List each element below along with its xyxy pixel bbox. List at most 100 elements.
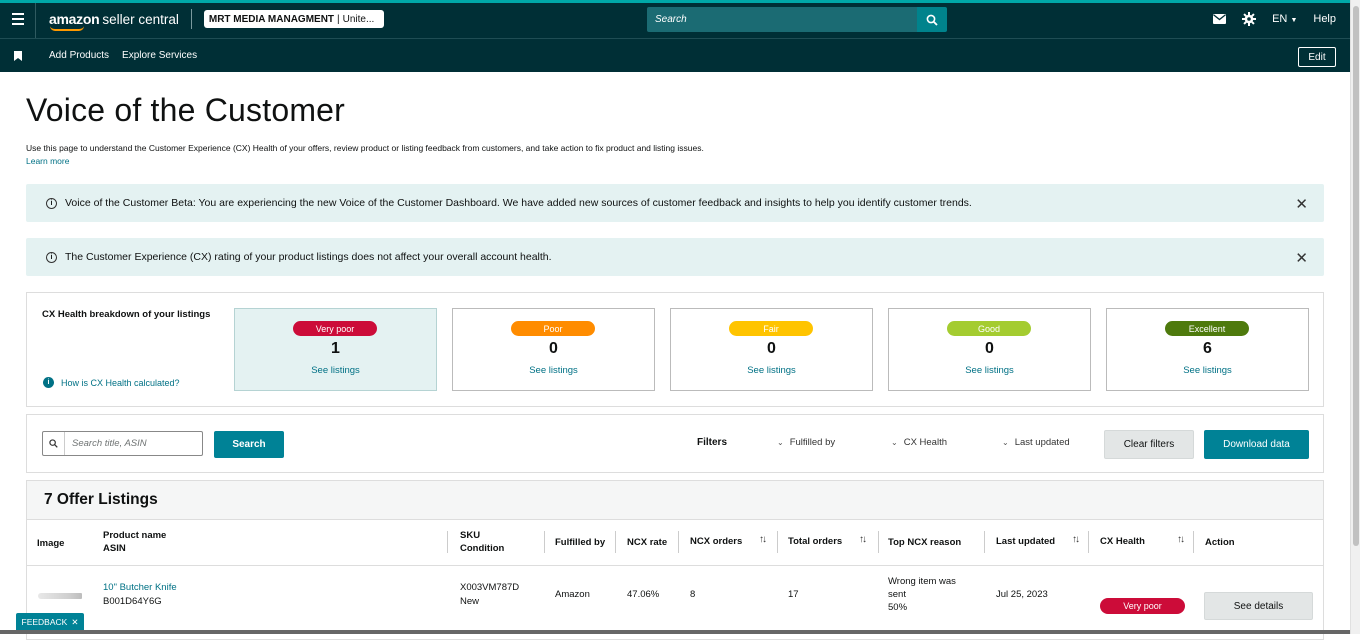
cx-count: 1 (331, 340, 340, 357)
page-scrollbar[interactable] (1350, 0, 1360, 634)
help-link[interactable]: Help (1313, 13, 1336, 25)
listing-search-button[interactable]: Search (214, 431, 284, 458)
see-listings-link[interactable]: See listings (1107, 365, 1308, 376)
col-sku[interactable]: SKU Condition (460, 529, 504, 555)
col-ncx-orders[interactable]: NCX orders (690, 535, 742, 548)
column-divider (678, 531, 679, 553)
filter-last-updated-label: Last updated (1014, 437, 1070, 448)
fulfilled-by-value: Amazon (555, 589, 590, 600)
search-button[interactable] (917, 7, 947, 32)
language-label: EN (1272, 13, 1288, 25)
learn-more-link[interactable]: Learn more (26, 156, 69, 166)
account-separator: | (337, 13, 340, 25)
see-listings-link[interactable]: See listings (453, 365, 654, 376)
see-details-button[interactable]: See details (1204, 592, 1313, 620)
filters-label: Filters (697, 437, 728, 448)
filter-cx-health-label: CX Health (903, 437, 948, 448)
language-selector[interactable]: EN ▼ (1272, 13, 1297, 25)
header-accent-line (0, 0, 1350, 3)
cx-count: 0 (549, 340, 558, 357)
feedback-tab[interactable]: FEEDBACK ✕ (16, 613, 84, 631)
col-asin-label: ASIN (103, 543, 126, 554)
filter-fulfilled-by[interactable]: ⌄ Fulfilled by (777, 437, 835, 448)
logo-subtitle: seller central (102, 12, 179, 27)
bookmark-bar: Add Products Explore Services Edit (0, 38, 1350, 72)
cx-health-title: CX Health breakdown of your listings (42, 309, 211, 320)
ncx-rate-value: 47.06% (627, 589, 660, 600)
col-last-updated[interactable]: Last updated (996, 535, 1055, 548)
mail-icon[interactable] (1213, 14, 1227, 24)
col-product-name[interactable]: Product name ASIN (103, 529, 166, 555)
clear-filters-button[interactable]: Clear filters (1104, 430, 1194, 459)
page-title: Voice of the Customer (26, 92, 346, 128)
cx-card-good[interactable]: Good 0 See listings (888, 308, 1091, 391)
download-data-button[interactable]: Download data (1204, 430, 1309, 459)
cx-badge: Fair (729, 321, 813, 336)
col-ncx-rate[interactable]: NCX rate (627, 536, 667, 549)
sort-icon[interactable]: ↑↓ (759, 534, 767, 545)
chevron-down-icon: ⌄ (1002, 438, 1009, 447)
filter-cx-health[interactable]: ⌄ CX Health (891, 437, 947, 448)
sort-icon[interactable]: ↑↓ (859, 534, 867, 545)
search-icon (43, 432, 65, 455)
top-header: amazon seller central MRT MEDIA MANAGMEN… (0, 0, 1350, 38)
col-cx-health[interactable]: CX Health (1100, 535, 1145, 548)
sort-icon[interactable]: ↑↓ (1072, 534, 1080, 545)
col-total-orders[interactable]: Total orders (788, 535, 842, 548)
menu-icon[interactable] (0, 0, 36, 38)
listing-search-field[interactable]: Search title, ASIN (42, 431, 203, 456)
cx-card-very-poor[interactable]: Very poor 1 See listings (234, 308, 437, 391)
cx-card-fair[interactable]: Fair 0 See listings (670, 308, 873, 391)
cx-badge: Excellent (1165, 321, 1249, 336)
product-thumbnail[interactable] (38, 593, 82, 599)
sort-icon[interactable]: ↑↓ (1177, 534, 1185, 545)
feedback-label: FEEDBACK (21, 617, 68, 627)
nav-explore-services[interactable]: Explore Services (122, 50, 197, 61)
cx-health-badge: Very poor (1100, 598, 1185, 614)
edit-bookmarks-button[interactable]: Edit (1298, 47, 1336, 67)
seller-central-logo[interactable]: amazon seller central (49, 11, 179, 31)
chevron-down-icon: ▼ (1290, 17, 1298, 24)
offer-listings-table: 7 Offer Listings Image Product name ASIN… (26, 480, 1324, 640)
column-divider (1088, 531, 1089, 553)
scrollbar-thumb[interactable] (1353, 6, 1359, 546)
see-listings-link[interactable]: See listings (235, 365, 436, 376)
column-divider (1193, 531, 1194, 553)
product-asin: B001D64Y6G (103, 596, 162, 607)
bookmark-icon[interactable] (14, 50, 22, 61)
col-condition-label: Condition (460, 543, 505, 554)
cx-health-help-link[interactable]: i How is CX Health calculated? (43, 377, 180, 388)
logo-smile (50, 26, 84, 31)
page-description: Use this page to understand the Customer… (26, 143, 704, 153)
nav-add-products[interactable]: Add Products (49, 50, 109, 61)
cx-count: 0 (767, 340, 776, 357)
column-divider (984, 531, 985, 553)
close-icon[interactable]: ✕ (1295, 195, 1308, 213)
cx-count: 6 (1203, 340, 1212, 357)
column-divider (615, 531, 616, 553)
account-name: MRT MEDIA MANAGMENT (208, 13, 335, 25)
cx-card-poor[interactable]: Poor 0 See listings (452, 308, 655, 391)
cx-badge: Good (947, 321, 1031, 336)
last-updated-value: Jul 25, 2023 (996, 589, 1048, 600)
product-name-link[interactable]: 10" Butcher Knife (103, 581, 177, 595)
account-switcher[interactable]: MRT MEDIA MANAGMENT | Unite... (203, 10, 384, 28)
close-icon[interactable]: ✕ (71, 617, 78, 628)
top-ncx-reason-pct: 50% (888, 602, 908, 613)
col-fulfilled-by[interactable]: Fulfilled by (555, 536, 605, 549)
filter-last-updated[interactable]: ⌄ Last updated (1002, 437, 1070, 448)
info-icon: i (46, 197, 57, 209)
col-top-ncx-reason[interactable]: Top NCX reason (888, 536, 961, 549)
column-divider (878, 531, 879, 553)
cx-badge: Poor (511, 321, 595, 336)
column-divider (544, 531, 545, 553)
info-icon: i (46, 251, 57, 263)
close-icon[interactable]: ✕ (1295, 249, 1308, 267)
see-listings-link[interactable]: See listings (889, 365, 1090, 376)
see-listings-link[interactable]: See listings (671, 365, 872, 376)
gear-icon[interactable] (1242, 12, 1257, 26)
cx-health-panel: CX Health breakdown of your listings i H… (26, 292, 1324, 407)
cx-card-excellent[interactable]: Excellent 6 See listings (1106, 308, 1309, 391)
cx-count: 0 (985, 340, 994, 357)
global-search-input[interactable]: Search (647, 7, 917, 32)
